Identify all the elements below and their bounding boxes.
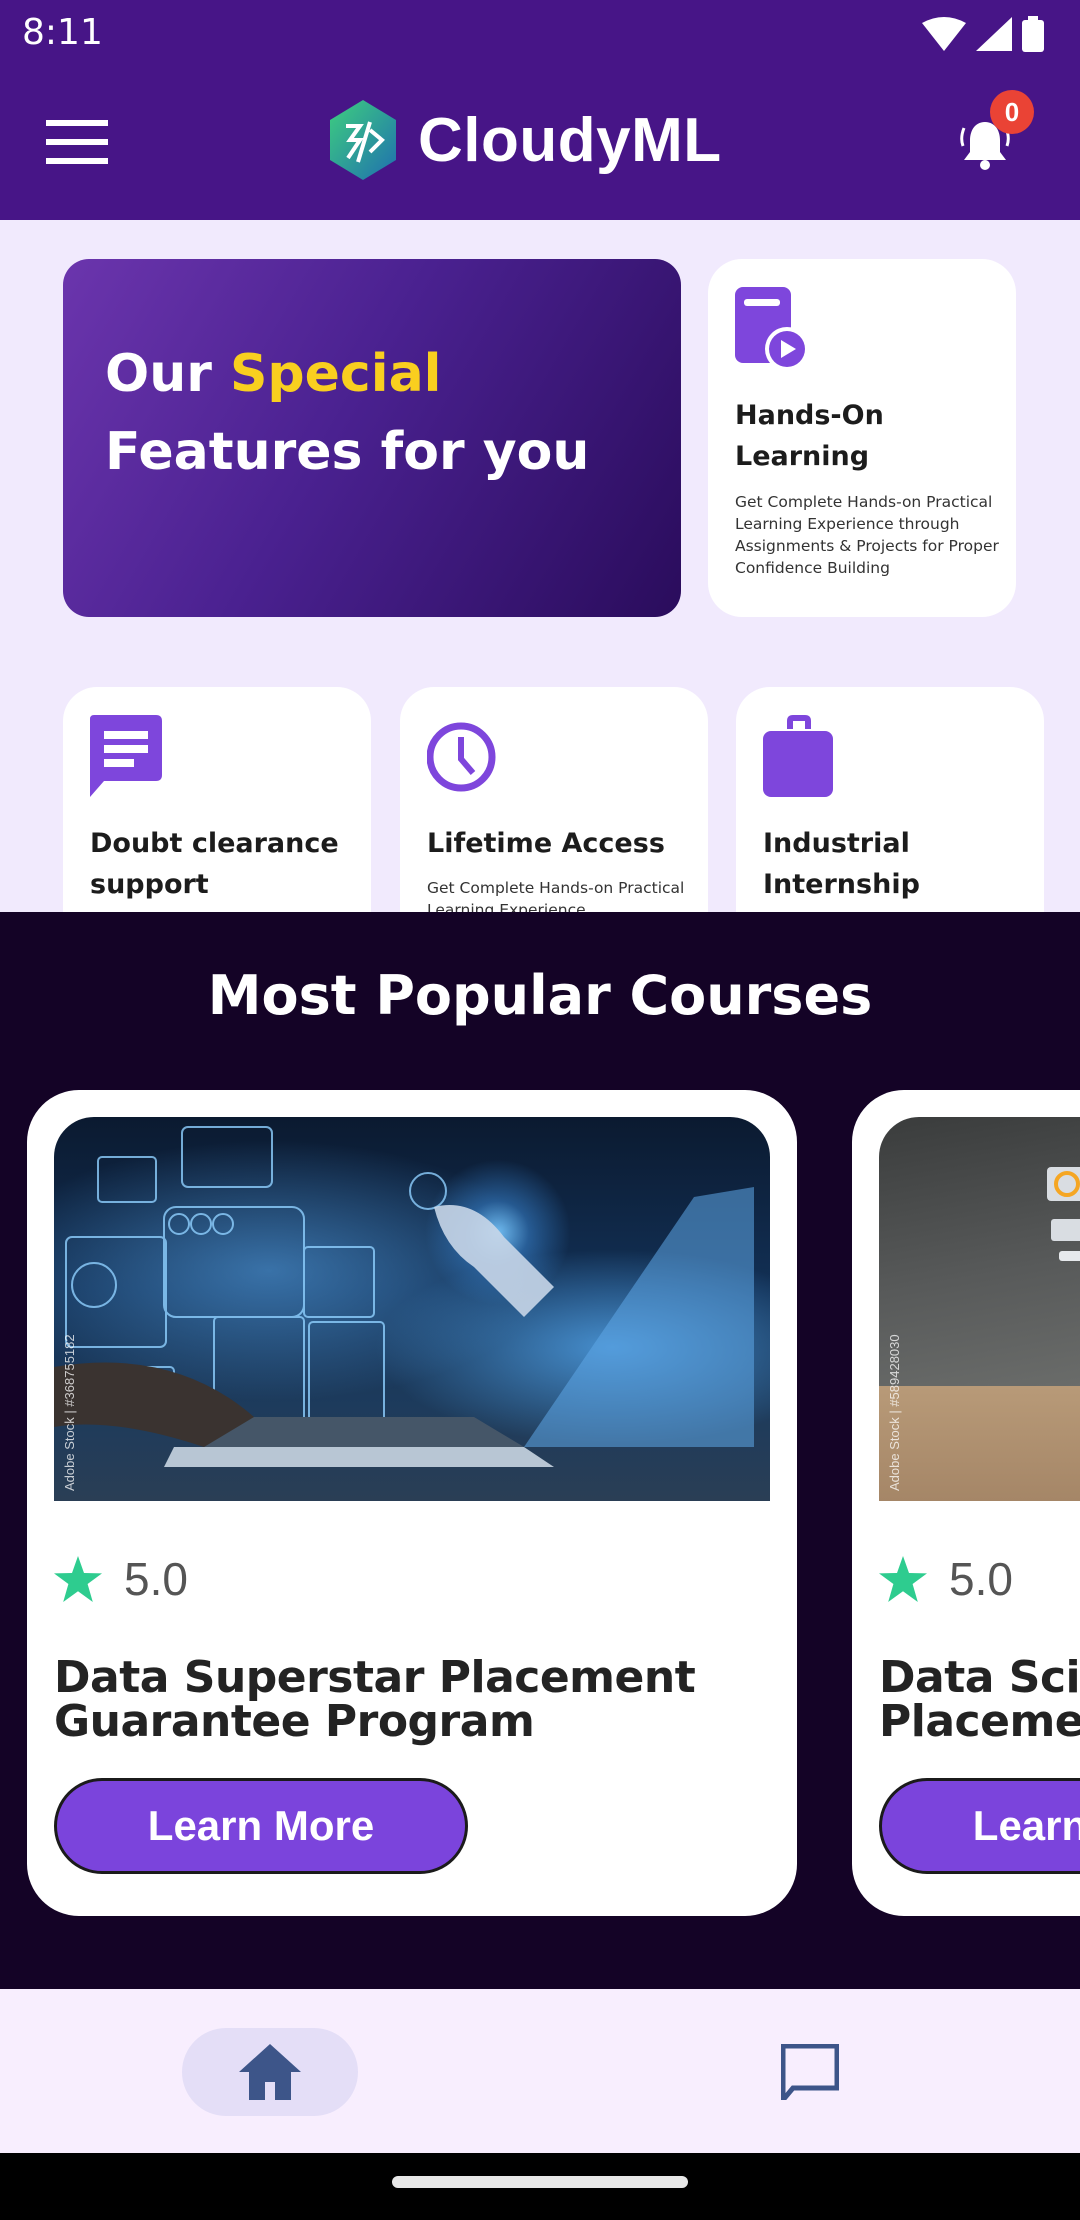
learn-more-button[interactable]: Learn More [879, 1778, 1080, 1874]
ai-laptop-illustration [54, 1126, 754, 1467]
banner-heading: Our Special Features for you [105, 335, 589, 491]
course-card[interactable]: Adobe Stock | #589428030 5.0 Data Scienc… [852, 1090, 1080, 1916]
image-watermark: Adobe Stock | #368755182 [62, 1334, 77, 1491]
hamburger-menu-icon[interactable] [46, 120, 108, 164]
banner-prefix: Our [105, 344, 230, 404]
brand: CloudyML [330, 100, 722, 180]
menu-line [46, 158, 108, 164]
system-navigation-bar [0, 2153, 1080, 2220]
course-rating: 5.0 [54, 1552, 188, 1606]
feature-card-hands-on[interactable]: Hands-On Learning Get Complete Hands-on … [708, 259, 1016, 617]
notification-badge: 0 [990, 90, 1034, 134]
course-title: Data Superstar Placement Guarantee Progr… [54, 1656, 774, 1744]
rating-value: 5.0 [124, 1553, 188, 1605]
briefcase-icon [763, 715, 833, 797]
rating-value: 5.0 [949, 1553, 1013, 1605]
learn-more-button[interactable]: Learn More [54, 1778, 468, 1874]
popular-courses-section: Most Popular Courses Adobe Stock | #3687… [0, 912, 1080, 1989]
app-header: 8:11 CloudyML 0 [0, 0, 1080, 220]
course-image: Adobe Stock | #589428030 [879, 1117, 1080, 1501]
app-title: CloudyML [418, 105, 722, 175]
course-card[interactable]: Adobe Stock | #368755182 5.0 Data Supers… [27, 1090, 797, 1916]
course-image: Adobe Stock | #368755182 [54, 1117, 770, 1501]
nav-chat-tab[interactable] [770, 2039, 850, 2105]
chat-message-icon [90, 715, 162, 797]
feature-title: Lifetime Access [427, 828, 665, 859]
cloudyml-logo-icon [330, 100, 396, 180]
status-icons [922, 16, 1044, 52]
image-watermark: Adobe Stock | #589428030 [887, 1334, 902, 1491]
bottom-navigation [0, 1989, 1080, 2153]
feature-title: Doubt clearance support [90, 828, 339, 900]
course-title-line: Data Science [879, 1652, 1080, 1703]
chat-icon [781, 2044, 839, 2100]
feature-description: Get Complete Hands-on Practical Learning… [735, 493, 999, 577]
menu-line [46, 120, 108, 126]
course-rating: 5.0 [879, 1552, 1013, 1606]
section-title: Most Popular Courses [207, 964, 873, 1027]
course-title-line: Data Superstar Placement [54, 1652, 696, 1703]
course-title: Data Science Placement [879, 1656, 1080, 1744]
course-title-line: Guarantee Program [54, 1696, 535, 1747]
home-indicator[interactable] [392, 2176, 688, 2188]
star-icon [54, 1556, 102, 1602]
nav-home-tab[interactable] [182, 2028, 358, 2116]
feature-title: Industrial Internship [763, 828, 920, 900]
battery-icon [1022, 16, 1044, 52]
cellular-signal-icon [976, 17, 1012, 51]
clock-icon [427, 722, 496, 792]
feature-title: Hands-On Learning [735, 400, 884, 472]
status-time: 8:11 [22, 12, 103, 53]
wifi-icon [922, 17, 966, 51]
course-title-line: Placement [879, 1696, 1080, 1747]
menu-line [46, 139, 108, 145]
banner-highlight: Special [229, 344, 442, 404]
banner-line2: Features for you [105, 422, 590, 482]
home-icon [239, 2044, 301, 2100]
special-features-banner: Our Special Features for you [63, 259, 681, 617]
star-icon [879, 1556, 927, 1602]
laptop-analytics-illustration [1047, 1167, 1080, 1261]
book-play-icon [735, 287, 807, 371]
